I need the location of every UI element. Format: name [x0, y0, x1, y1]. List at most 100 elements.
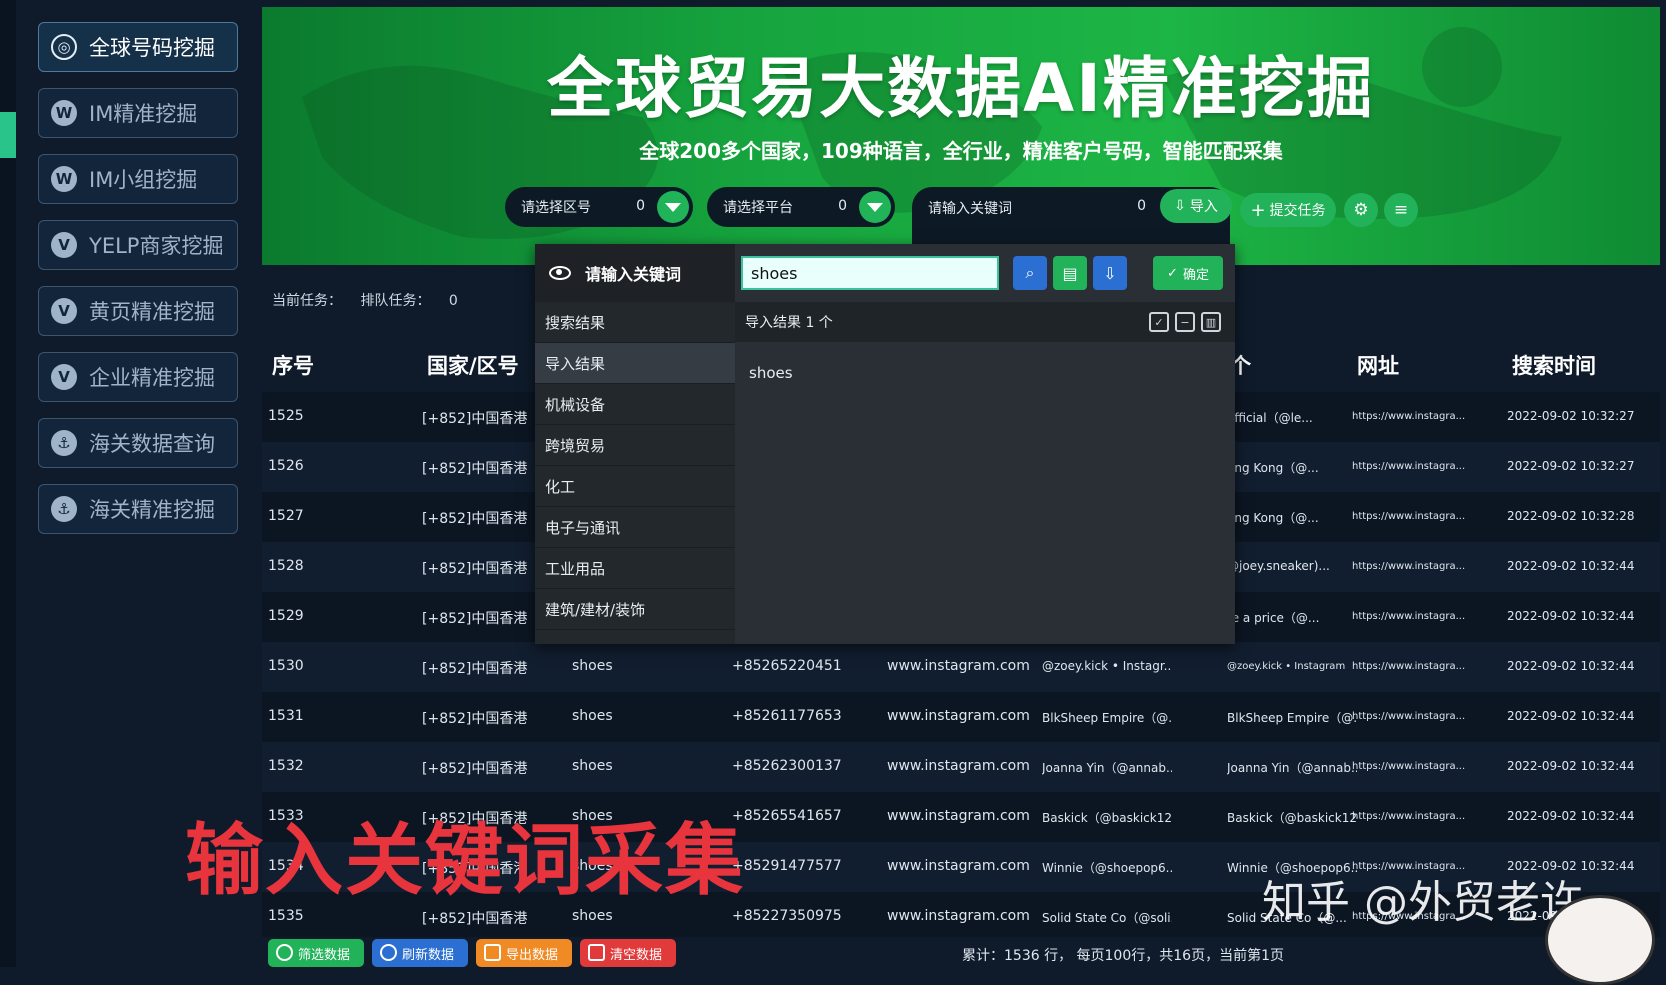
filter-data-label: 筛选数据 — [298, 947, 351, 963]
cell-phone: +85262300137 — [732, 758, 842, 774]
paste-icon[interactable]: ▤ — [1053, 256, 1087, 290]
cell-phone: +85291477577 — [732, 858, 842, 874]
cell-phone: +85265220451 — [732, 658, 842, 674]
current-task-label: 当前任务： — [272, 293, 342, 309]
gear-icon[interactable]: ⚙ — [1344, 193, 1378, 227]
category-industrial[interactable]: 工业用品 — [535, 548, 735, 589]
category-construction[interactable]: 建筑/建材/装饰 — [535, 589, 735, 630]
cell-name2: BlkSheep Empire（@... — [1227, 711, 1357, 725]
import-button[interactable]: ⇩ 导入 — [1160, 189, 1232, 223]
anchor-icon: ⚓ — [51, 496, 77, 522]
category-chemical[interactable]: 化工 — [535, 466, 735, 507]
brand-icon: V — [51, 364, 77, 390]
result-item[interactable]: shoes — [749, 364, 793, 382]
caption-overlay: 输入关键词采集 — [185, 816, 746, 906]
result-count: 导入结果 1 个 — [745, 315, 833, 331]
cell-name2: official（@le... — [1227, 411, 1313, 425]
export-data-button[interactable]: 导出数据 — [476, 939, 572, 967]
cell-url[interactable]: https://www.instagra... — [1352, 561, 1465, 572]
search-icon[interactable]: ⌕ — [1013, 256, 1047, 290]
sidebar-item-label: IM小组挖掘 — [89, 168, 198, 192]
banner-title: 全球贸易大数据AI精准挖掘 — [547, 50, 1375, 127]
check-icon: ✓ — [1167, 265, 1178, 281]
select-all-icon[interactable]: ✓ — [1149, 312, 1169, 332]
cell-phone: +85265541657 — [732, 808, 842, 824]
keyword-popup: 请输入关键词 搜索结果 导入结果 机械设备 跨境贸易 化工 电子与通讯 工业用品… — [535, 244, 1235, 644]
clear-data-button[interactable]: 清空数据 — [580, 939, 676, 967]
deselect-icon[interactable]: − — [1175, 312, 1195, 332]
category-cross-border[interactable]: 跨境贸易 — [535, 425, 735, 466]
area-code-count: 0 — [636, 198, 645, 214]
submit-task-button[interactable]: + 提交任务 — [1240, 193, 1336, 227]
table-row[interactable]: 1530 [+852]中国香港 shoes +85265220451 www.insta… — [262, 642, 1660, 692]
category-import-results[interactable]: 导入结果 — [535, 343, 735, 384]
cell-time: 2022-09-02 10:32:44 — [1507, 659, 1635, 673]
sidebar-item-im-group[interactable]: W IM小组挖掘 — [38, 154, 238, 204]
col-header-time: 搜索时间 — [1512, 354, 1596, 378]
refresh-icon — [380, 944, 397, 961]
anchor-icon: ⚓ — [51, 430, 77, 456]
gear-icon — [276, 944, 293, 961]
keyword-category-panel: 请输入关键词 搜索结果 导入结果 机械设备 跨境贸易 化工 电子与通讯 工业用品… — [535, 244, 735, 644]
table-row[interactable]: 1532 [+852]中国香港 shoes +85262300137 www.insta… — [262, 742, 1660, 792]
sidebar-item-yellow-pages[interactable]: V 黄页精准挖掘 — [38, 286, 238, 336]
area-code-select[interactable]: 请选择区号 0 — [505, 187, 693, 227]
platform-count: 0 — [838, 198, 847, 214]
list-icon[interactable]: ≡ — [1384, 193, 1418, 227]
cell-name: Solid State Co（@soli... — [1042, 911, 1172, 925]
chevron-down-icon[interactable] — [657, 191, 689, 223]
cell-name: Joanna Yin（@annab... — [1042, 761, 1172, 775]
keyword-input[interactable]: shoes — [741, 256, 999, 290]
cell-country: [+852]中国香港 — [422, 411, 528, 427]
sidebar-item-label: 黄页精准挖掘 — [89, 300, 215, 324]
import-icon[interactable]: ⇩ — [1093, 256, 1127, 290]
cell-url[interactable]: https://www.instagra... — [1352, 661, 1465, 672]
confirm-button[interactable]: ✓ 确定 — [1153, 256, 1223, 290]
category-search-results[interactable]: 搜索结果 — [535, 302, 735, 343]
cell-name: Baskick（@baskick12... — [1042, 811, 1172, 825]
sidebar-item-customs-mining[interactable]: ⚓ 海关精准挖掘 — [38, 484, 238, 534]
sidebar-item-im-mining[interactable]: W IM精准挖掘 — [38, 88, 238, 138]
platform-select[interactable]: 请选择平台 0 — [707, 187, 895, 227]
table-row[interactable]: 1531 [+852]中国香港 shoes +85261177653 www.insta… — [262, 692, 1660, 742]
cell-url[interactable]: https://www.instagra... — [1352, 761, 1465, 772]
sidebar-item-enterprise[interactable]: V 企业精准挖掘 — [38, 352, 238, 402]
brand-icon: V — [51, 298, 77, 324]
sidebar-item-global-number[interactable]: ◎ 全球号码挖掘 — [38, 22, 238, 72]
cell-url[interactable]: https://www.instagra... — [1352, 711, 1465, 722]
sidebar-item-label: 全球号码挖掘 — [89, 36, 215, 60]
category-electronics[interactable]: 电子与通讯 — [535, 507, 735, 548]
cell-time: 2022-09-02 10:32:27 — [1507, 409, 1635, 423]
cell-keyword: shoes — [572, 908, 613, 924]
cell-url[interactable]: https://www.instagra... — [1352, 411, 1465, 422]
filter-data-button[interactable]: 筛选数据 — [268, 939, 364, 967]
refresh-data-label: 刷新数据 — [402, 947, 455, 963]
cell-country: [+852]中国香港 — [422, 911, 528, 927]
cell-time: 2022-09-02 10:32:44 — [1507, 809, 1635, 823]
cell-url[interactable]: https://www.instagra... — [1352, 811, 1465, 822]
refresh-data-button[interactable]: 刷新数据 — [372, 939, 468, 967]
submit-task-label: 提交任务 — [1269, 203, 1326, 219]
cell-index: 1535 — [268, 908, 304, 924]
cell-index: 1532 — [268, 758, 304, 774]
clear-data-label: 清空数据 — [610, 947, 663, 963]
cell-name2: ong Kong（@... — [1227, 461, 1319, 475]
sidebar-active-marker — [0, 112, 16, 158]
task-status: 当前任务： 排队任务： 0 — [272, 290, 472, 310]
sidebar-item-customs-query[interactable]: ⚓ 海关数据查询 — [38, 418, 238, 468]
category-machinery[interactable]: 机械设备 — [535, 384, 735, 425]
trash-icon[interactable]: ▥ — [1201, 312, 1221, 332]
cell-index: 1526 — [268, 458, 304, 474]
cell-phone: +85261177653 — [732, 708, 842, 724]
eye-icon — [549, 266, 571, 280]
col-header-index: 序号 — [272, 354, 314, 378]
chevron-down-icon[interactable] — [859, 191, 891, 223]
cell-time: 2022-09-02 10:32:27 — [1507, 459, 1635, 473]
sidebar-item-yelp[interactable]: V YELP商家挖掘 — [38, 220, 238, 270]
cell-name2: @joey.sneaker)... — [1227, 559, 1330, 573]
cell-url[interactable]: https://www.instagra... — [1352, 511, 1465, 522]
cell-domain: www.instagram.com — [887, 708, 1030, 724]
cell-url[interactable]: https://www.instagra... — [1352, 461, 1465, 472]
cell-index: 1530 — [268, 658, 304, 674]
cell-url[interactable]: https://www.instagra... — [1352, 611, 1465, 622]
